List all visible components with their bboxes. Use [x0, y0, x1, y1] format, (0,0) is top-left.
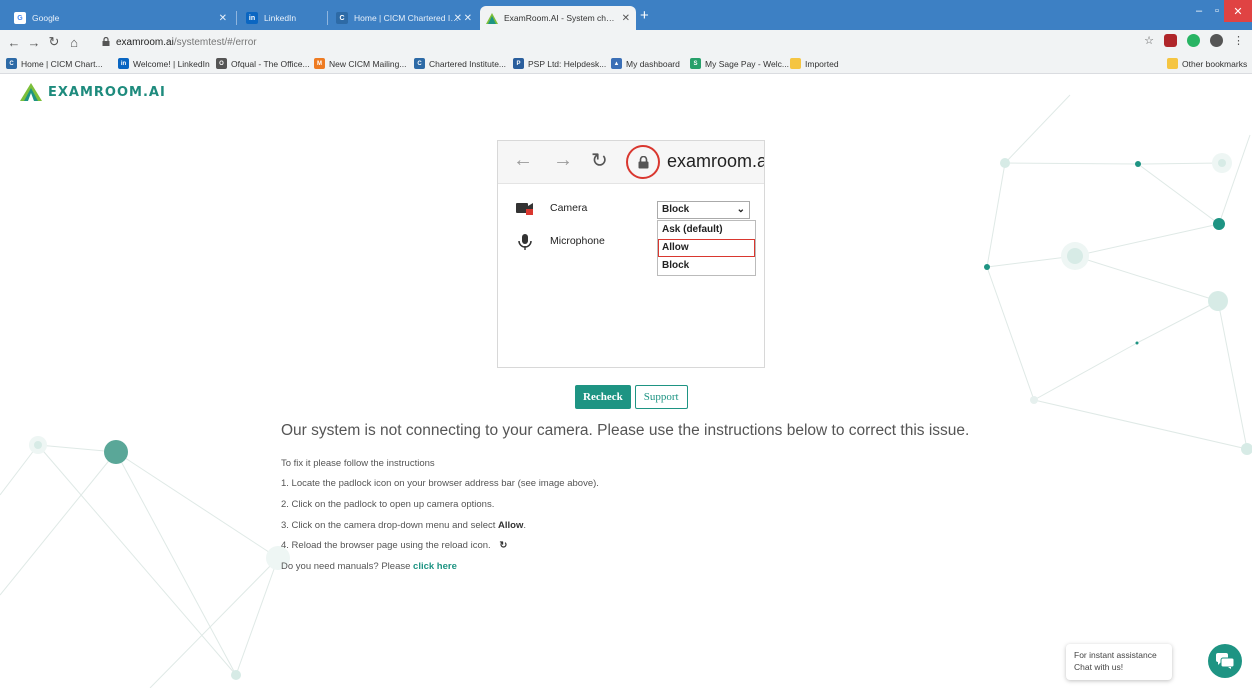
microphone-permission-row: Microphone: [516, 234, 605, 250]
bookmark-item[interactable]: S My Sage Pay - Welc...: [690, 58, 789, 69]
mailchimp-icon: M: [314, 58, 325, 69]
demo-address-bar: ← → ↻ examroom.ai: [498, 141, 764, 184]
tab-close-icon[interactable]: ✕: [219, 13, 227, 24]
tab-close-icon[interactable]: ✕: [622, 13, 630, 24]
instruction-step-2: 2. Click on the padlock to open up camer…: [281, 499, 495, 510]
option-allow: Allow: [658, 239, 755, 257]
manuals-link[interactable]: click here: [413, 561, 457, 572]
reload-icon: ↻: [591, 150, 608, 172]
instruction-step-1: 1. Locate the padlock icon on your brows…: [281, 478, 599, 489]
instruction-step-4: 4. Reload the browser page using the rel…: [281, 540, 508, 551]
reload-icon: ↻: [499, 540, 508, 551]
error-headline: Our system is not connecting to your cam…: [281, 422, 970, 439]
bookmark-item[interactable]: O Ofqual - The Office...: [216, 58, 310, 69]
home-icon[interactable]: ⌂: [64, 35, 84, 50]
option-block: Block: [662, 260, 690, 271]
google-icon: G: [14, 12, 26, 24]
address-bar[interactable]: examroom.ai /systemtest/#/error: [88, 33, 1128, 51]
bookmark-item[interactable]: M New CICM Mailing...: [314, 58, 406, 69]
cicm-icon: C: [6, 58, 17, 69]
tab-close-icon[interactable]: ✕: [464, 13, 472, 24]
helpdesk-icon: P: [513, 58, 524, 69]
bookmark-item[interactable]: in Welcome! | LinkedIn: [118, 58, 210, 69]
permission-instructions-image: ← → ↻ examroom.ai Camera Microphone Bloc…: [497, 140, 765, 368]
chat-icon: [1216, 653, 1234, 669]
instructions-intro: To fix it please follow the instructions: [281, 458, 435, 469]
linkedin-icon: in: [118, 58, 129, 69]
bookmark-item[interactable]: C Chartered Institute...: [414, 58, 506, 69]
camera-blocked-icon: [516, 201, 534, 215]
back-arrow-icon: ←: [513, 149, 533, 171]
cicm-icon: C: [336, 12, 348, 24]
bookmark-folder[interactable]: Imported: [790, 58, 839, 69]
forward-icon[interactable]: →: [24, 35, 44, 50]
chevron-down-icon: ⌄: [736, 204, 745, 215]
tab-examroom[interactable]: ExamRoom.AI - System check ✕: [480, 6, 636, 30]
examroom-icon: [486, 12, 498, 24]
camera-permission-options: Ask (default) Allow Block: [657, 220, 756, 276]
page-content: EXAMROOM.AI ← → ↻ examroom.ai Camera Mic…: [0, 75, 1252, 688]
tab-google[interactable]: G Google ✕: [8, 6, 233, 30]
bookmark-item[interactable]: ▲ My dashboard: [611, 58, 680, 69]
other-bookmarks-folder[interactable]: Other bookmarks: [1167, 58, 1247, 69]
chat-prompt[interactable]: For instant assistance Chat with us!: [1066, 644, 1172, 680]
menu-icon[interactable]: ⋮: [1233, 34, 1244, 47]
examroom-logo-icon: [20, 83, 42, 101]
folder-icon: [790, 58, 801, 69]
instruction-step-3: 3. Click on the camera drop-down menu an…: [281, 520, 527, 531]
lock-icon[interactable]: [102, 36, 110, 48]
examroom-logo[interactable]: EXAMROOM.AI: [20, 83, 166, 101]
new-tab-button[interactable]: +: [640, 7, 649, 24]
grammarly-icon[interactable]: [1187, 34, 1200, 47]
padlock-icon: [638, 156, 649, 169]
bookmark-item[interactable]: P PSP Ltd: Helpdesk...: [513, 58, 606, 69]
camera-permission-row: Camera: [516, 201, 587, 215]
cicm-icon: C: [414, 58, 425, 69]
chat-button[interactable]: [1208, 644, 1242, 678]
reload-icon[interactable]: ↻: [44, 34, 64, 50]
ofqual-icon: O: [216, 58, 227, 69]
bookmarks-bar: C Home | CICM Chart... in Welcome! | Linke…: [0, 54, 1252, 74]
back-icon[interactable]: ←: [4, 35, 24, 50]
manuals-line: Do you need manuals? Please click here: [281, 561, 457, 572]
close-window-button[interactable]: ✕: [1224, 0, 1252, 22]
microphone-icon: [516, 234, 534, 250]
browser-tab-strip: G Google ✕ in LinkedIn ✕ C Home | CICM C…: [0, 0, 1252, 30]
recheck-button[interactable]: Recheck: [575, 385, 631, 409]
star-icon[interactable]: ☆: [1144, 34, 1154, 47]
maximize-button[interactable]: ▫: [1210, 0, 1224, 22]
option-ask-default: Ask (default): [662, 224, 723, 235]
dashboard-icon: ▲: [611, 58, 622, 69]
sagepay-icon: S: [690, 58, 701, 69]
forward-arrow-icon: →: [553, 149, 573, 171]
tab-cicm[interactable]: C Home | CICM Chartered Institute ✕: [330, 6, 478, 30]
camera-permission-select: Block ⌄: [657, 201, 750, 219]
folder-icon: [1167, 58, 1178, 69]
browser-toolbar: ← → ↻ ⌂ examroom.ai /systemtest/#/error …: [0, 30, 1252, 54]
bookmark-item[interactable]: C Home | CICM Chart...: [6, 58, 103, 69]
support-button[interactable]: Support: [634, 385, 688, 409]
linkedin-icon: in: [246, 12, 258, 24]
pdf-extension-icon[interactable]: [1164, 34, 1177, 47]
minimize-button[interactable]: –: [1188, 0, 1210, 22]
profile-avatar[interactable]: [1210, 34, 1223, 47]
